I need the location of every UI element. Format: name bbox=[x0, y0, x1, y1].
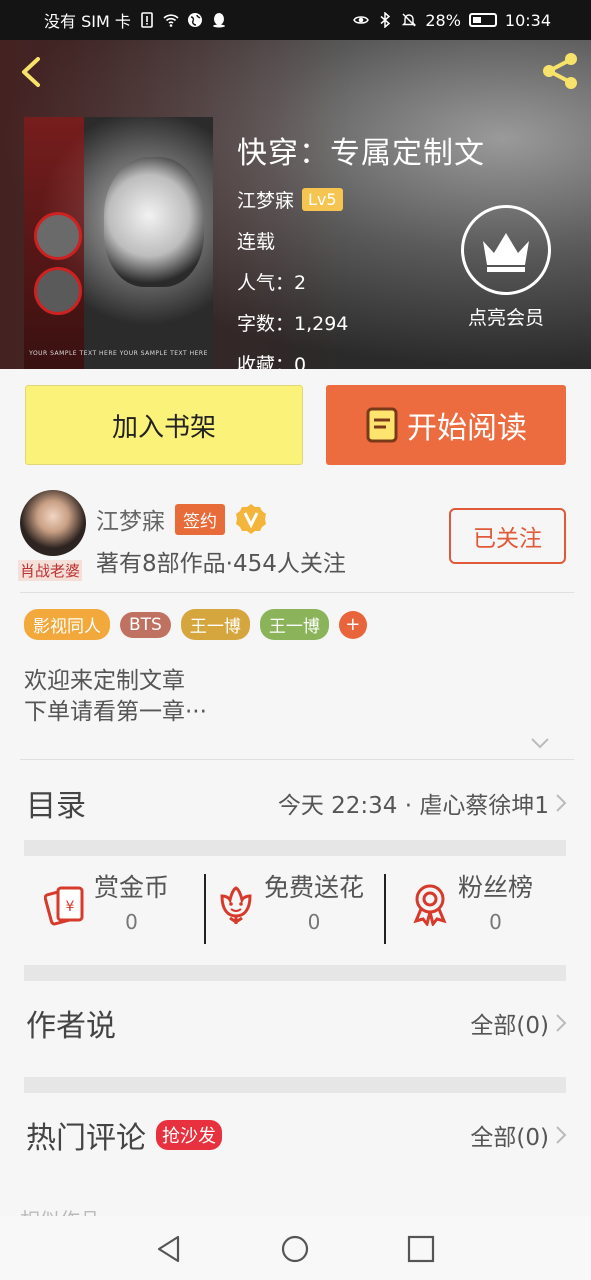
author-says-title: 作者说 bbox=[26, 1009, 116, 1044]
reward-coin[interactable]: ¥ 赏金币 0 bbox=[44, 868, 169, 948]
section-separator bbox=[24, 1077, 566, 1093]
reward-count: 0 bbox=[307, 910, 321, 934]
divider bbox=[204, 874, 206, 944]
eye-icon bbox=[353, 16, 370, 24]
intro-line: 下单请看第一章··· bbox=[24, 699, 207, 725]
crown-ring bbox=[461, 205, 551, 295]
latest-chapter: 今天 22:34 · 虐心蔡徐坤1 bbox=[277, 793, 549, 819]
book-intro[interactable]: 欢迎来定制文章 下单请看第一章··· bbox=[24, 666, 207, 728]
status-bar: 没有 SIM 卡 28% 10:34 bbox=[0, 0, 591, 40]
cover-portrait-main bbox=[104, 157, 204, 287]
reward-label: 赏金币 bbox=[94, 873, 170, 902]
rewards-row: ¥ 赏金币 0 免费送花 0 粉丝榜 0 bbox=[24, 868, 566, 948]
medal-icon bbox=[413, 884, 447, 926]
book-header: YOUR SAMPLE TEXT HERE YOUR SAMPLE TEXT H… bbox=[0, 40, 591, 369]
book-icon bbox=[366, 407, 398, 443]
chevron-right-icon bbox=[556, 1014, 567, 1032]
nav-back-icon[interactable] bbox=[154, 1234, 184, 1264]
bluetooth-icon bbox=[380, 12, 391, 28]
flower-icon bbox=[220, 886, 252, 924]
next-section-peek: 相似作品 bbox=[20, 1204, 100, 1216]
author-name-row: 江梦寐 签约 bbox=[96, 502, 267, 536]
book-author[interactable]: 江梦寐 bbox=[237, 186, 294, 213]
back-arrow-icon[interactable] bbox=[14, 54, 50, 90]
battery-icon bbox=[468, 13, 497, 27]
chevron-right-icon bbox=[556, 794, 567, 812]
reward-count: 0 bbox=[489, 910, 502, 934]
divider bbox=[20, 592, 574, 593]
book-favorites: 收藏：0 bbox=[237, 354, 307, 369]
share-icon[interactable] bbox=[537, 48, 583, 94]
nav-home-icon[interactable] bbox=[280, 1234, 310, 1264]
section-separator bbox=[24, 965, 566, 981]
catalog-row[interactable]: 目录 今天 22:34 · 虐心蔡徐坤1 bbox=[0, 780, 591, 826]
author-says-row[interactable]: 作者说 全部(0) bbox=[0, 1000, 591, 1046]
mute-bell-icon bbox=[402, 13, 417, 27]
red-envelope-icon: ¥ bbox=[44, 886, 84, 926]
sofa-badge: 抢沙发 bbox=[156, 1120, 222, 1150]
system-nav-bar bbox=[0, 1216, 591, 1280]
catalog-title: 目录 bbox=[26, 789, 86, 824]
vip-button[interactable]: 点亮会员 bbox=[460, 205, 552, 330]
hot-comments-all: 全部(0) bbox=[470, 1125, 549, 1151]
author-card: 肖战老婆 江梦寐 签约 著有8部作品·454人关注 已关注 bbox=[0, 480, 591, 592]
avatar[interactable] bbox=[20, 490, 86, 556]
book-author-row: 江梦寐 Lv5 bbox=[237, 186, 485, 213]
carrier-text: 没有 SIM 卡 bbox=[44, 12, 131, 31]
reward-count: 0 bbox=[125, 910, 138, 934]
add-to-shelf-button[interactable]: 加入书架 bbox=[25, 385, 303, 465]
add-tag-button[interactable]: + bbox=[338, 610, 367, 639]
signed-badge: 签约 bbox=[175, 503, 225, 535]
svg-text:¥: ¥ bbox=[66, 899, 75, 915]
start-reading-button[interactable]: 开始阅读 bbox=[326, 385, 566, 465]
section-separator bbox=[24, 840, 566, 856]
chevron-down-icon[interactable] bbox=[530, 736, 550, 750]
tag-chip[interactable]: 王一博 bbox=[259, 609, 329, 640]
battery-percent: 28% bbox=[425, 10, 461, 30]
level-badge: Lv5 bbox=[302, 188, 343, 211]
action-bar: 加入书架 开始阅读 bbox=[0, 369, 591, 473]
qq-icon bbox=[212, 13, 225, 28]
intro-line: 欢迎来定制文章 bbox=[24, 668, 185, 694]
tag-chip[interactable]: BTS bbox=[120, 611, 171, 638]
tag-list: 影视同人 BTS 王一博 王一博 + bbox=[24, 609, 367, 640]
hot-comments-row[interactable]: 热门评论 抢沙发 全部(0) bbox=[0, 1112, 591, 1158]
avatar-tag: 肖战老婆 bbox=[18, 560, 83, 581]
book-popularity: 人气：2 bbox=[237, 272, 307, 294]
author-name[interactable]: 江梦寐 bbox=[96, 502, 165, 536]
chevron-right-icon bbox=[556, 1126, 567, 1144]
author-says-all: 全部(0) bbox=[470, 1013, 549, 1039]
book-info: 快穿：专属定制文 江梦寐 Lv5 连载 人气：2 字数：1,294 收藏：0 bbox=[237, 128, 485, 369]
reward-fan-rank[interactable]: 粉丝榜 0 bbox=[408, 868, 533, 948]
hot-comments-title: 热门评论 bbox=[26, 1121, 146, 1156]
reward-flower[interactable]: 免费送花 0 bbox=[214, 868, 364, 948]
divider bbox=[384, 874, 386, 944]
sim-alert-icon bbox=[141, 12, 153, 28]
cover-caption: YOUR SAMPLE TEXT HERE YOUR SAMPLE TEXT H… bbox=[29, 350, 208, 357]
clock: 10:34 bbox=[504, 10, 551, 30]
cover-portrait-small bbox=[34, 267, 82, 315]
start-reading-label: 开始阅读 bbox=[407, 411, 527, 446]
book-status: 连载 bbox=[237, 231, 276, 253]
cover-portrait-small bbox=[34, 212, 82, 260]
vip-label: 点亮会员 bbox=[467, 307, 544, 329]
follow-button[interactable]: 已关注 bbox=[449, 508, 566, 564]
reward-label: 粉丝榜 bbox=[458, 873, 534, 902]
tag-chip[interactable]: 王一博 bbox=[180, 609, 250, 640]
tag-chip[interactable]: 影视同人 bbox=[24, 609, 110, 640]
globe-icon bbox=[187, 13, 202, 27]
book-cover[interactable]: YOUR SAMPLE TEXT HERE YOUR SAMPLE TEXT H… bbox=[24, 117, 213, 369]
reward-label: 免费送花 bbox=[264, 873, 365, 902]
nav-recents-icon[interactable] bbox=[406, 1234, 436, 1264]
book-word-count: 字数：1,294 bbox=[237, 313, 349, 335]
wifi-icon bbox=[163, 14, 179, 27]
author-stats: 著有8部作品·454人关注 bbox=[96, 551, 346, 577]
verified-v-icon bbox=[236, 504, 266, 534]
crown-icon bbox=[483, 233, 529, 272]
hot-comments-title-wrap: 热门评论 抢沙发 bbox=[26, 1113, 222, 1157]
book-title: 快穿：专属定制文 bbox=[237, 136, 485, 171]
divider bbox=[20, 759, 574, 760]
